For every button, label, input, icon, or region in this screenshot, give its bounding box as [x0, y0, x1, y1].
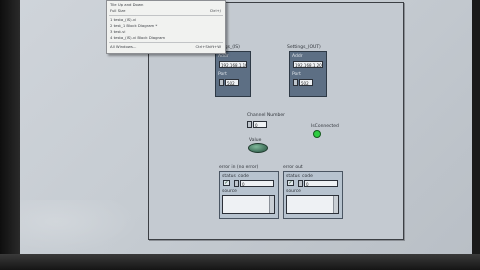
settings-in-cluster: Addr 192.168.1.10 Port 502: [215, 51, 251, 97]
address-label: Addr: [292, 54, 303, 59]
address-label: Addr: [218, 54, 229, 59]
monitor-bezel-right: [472, 0, 480, 270]
address-field[interactable]: 192.168.1.20: [293, 61, 323, 68]
source-textarea[interactable]: [222, 195, 275, 214]
port-label: Port: [292, 72, 301, 77]
channel-increment-control[interactable]: [247, 121, 252, 128]
channel-number-label: Channel Number: [247, 113, 285, 118]
menu-item-window-4[interactable]: 4 testa_(IS).vi Block Diagram: [110, 35, 165, 40]
port-label: Port: [218, 72, 227, 77]
menu-item-full-size[interactable]: Full Size: [110, 8, 126, 13]
source-scrollbar[interactable]: [333, 196, 338, 213]
code-increment-control[interactable]: [234, 180, 239, 187]
code-field[interactable]: 0: [240, 180, 274, 187]
source-label: source: [222, 189, 237, 194]
port-increment-control[interactable]: [293, 79, 298, 86]
port-increment-control[interactable]: [219, 79, 224, 86]
source-label: source: [286, 189, 301, 194]
is-connected-led: [313, 130, 321, 138]
status-checkbox[interactable]: ✓: [223, 180, 230, 186]
error-out-title: error out: [283, 165, 303, 170]
code-field: 0: [304, 180, 338, 187]
code-increment-control: [298, 180, 303, 187]
monitor-bezel-left: [0, 0, 20, 270]
menu-item-tile-up-down[interactable]: Tile Up and Down: [110, 2, 143, 7]
is-connected-label: IsConnected: [311, 124, 339, 129]
address-field[interactable]: 192.168.1.10: [219, 61, 247, 68]
code-label: code: [302, 174, 313, 179]
error-in-title: error in (no error): [219, 165, 259, 170]
menu-item-all-windows[interactable]: All Windows...: [110, 44, 136, 49]
menu-item-window-2[interactable]: 2 test_1 Block Diagram *: [110, 23, 157, 28]
menu-item-window-3[interactable]: 3 test.vi: [110, 29, 125, 34]
status-label: status: [286, 174, 300, 179]
value-knob[interactable]: [248, 143, 268, 153]
menu-shortcut-full-size: Ctrl+/: [209, 8, 221, 13]
error-in-cluster: status code ✓ 0 source: [219, 171, 279, 219]
window-menu-dropdown: Tile Up and Down Full Size Ctrl+/ 1 test…: [106, 0, 226, 54]
right-cluster-title: Settings_(OUT): [287, 45, 321, 50]
menu-separator: [109, 42, 223, 43]
channel-number-field[interactable]: 0: [253, 121, 267, 128]
status-label: status: [222, 174, 236, 179]
error-out-cluster: status code ✓ 0 source: [283, 171, 343, 219]
labview-front-panel-window: settings_(IS) Addr 192.168.1.10 Port 502…: [20, 0, 472, 254]
source-textarea: [286, 195, 339, 214]
port-field[interactable]: 502: [299, 79, 313, 86]
code-label: code: [238, 174, 249, 179]
monitor-bezel-bottom: [0, 254, 480, 270]
source-scrollbar[interactable]: [269, 196, 274, 213]
status-checkbox: ✓: [287, 180, 294, 186]
menu-separator: [109, 15, 223, 16]
menu-shortcut-all-windows: Ctrl+Shift+W: [195, 44, 221, 49]
menu-item-window-1[interactable]: 1 testa_(IS).vi: [110, 17, 136, 22]
settings-out-cluster: Addr 192.168.1.20 Port 502: [289, 51, 327, 97]
port-field[interactable]: 502: [225, 79, 239, 86]
